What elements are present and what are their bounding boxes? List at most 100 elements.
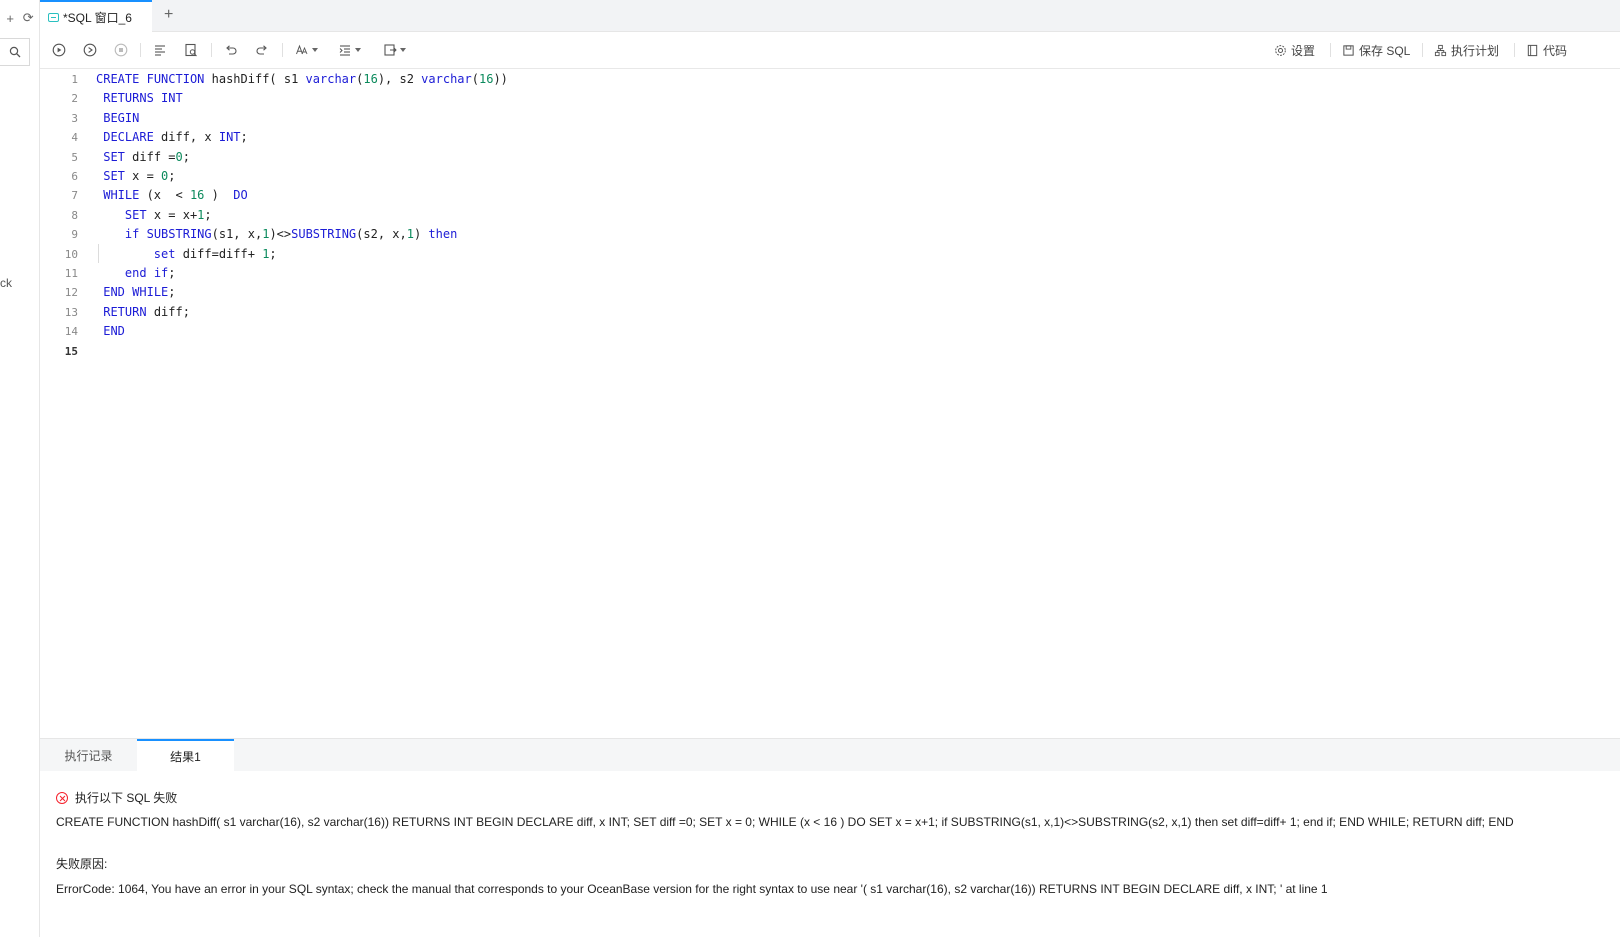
failed-sql-text: CREATE FUNCTION hashDiff( s1 varchar(16)… [56,815,1514,829]
indent-dropdown[interactable] [338,41,361,59]
editor-line[interactable]: 4 DECLARE diff, x INT; [40,128,1620,147]
failure-reason-label: 失败原因: [56,857,108,871]
refresh-icon[interactable]: ⟳ [23,10,34,26]
editor-line[interactable]: 5 SET diff =0; [40,148,1620,167]
line-number: 4 [71,131,78,145]
document-search-icon [185,43,197,57]
editor-line[interactable]: 14 END [40,322,1620,341]
editor-line[interactable]: 10 set diff=diff+ 1; [40,245,1620,264]
text-token: ; [182,149,190,164]
execution-plan-button[interactable]: 执行计划 [1434,41,1499,59]
sql-editor[interactable]: 1 CREATE FUNCTION hashDiff( s1 varchar(16… [40,70,1620,738]
gear-icon [1275,44,1286,56]
line-number: 6 [71,170,78,183]
sidebar-actions: + ⟳ [0,0,40,36]
editor-line[interactable]: 9 if SUBSTRING(s1, x,1)<>SUBSTRING(s2, x… [40,225,1620,244]
keyword-token: SET [103,149,125,164]
editor-line[interactable]: 13 RETURN diff; [40,303,1620,322]
editor-toolbar: 设置 保存 SQL 执行计划 代码 [40,32,1620,69]
add-icon[interactable]: + [6,11,14,26]
export-dropdown[interactable] [383,41,406,59]
text-token: x = [124,169,162,183]
undo-icon [226,45,237,55]
line-number: 10 [64,247,78,261]
error-title: 执行以下 SQL 失败 [75,791,178,805]
keyword-token: FUNCTION [146,72,205,86]
keyword-token: SUBSTRING [146,227,212,242]
run-current-icon [83,43,97,57]
result-tab-bar: 执行记录 结果1 [40,738,1620,772]
redo-button[interactable] [255,41,269,59]
line-number: 11 [64,267,78,280]
line-number: 12 [64,286,78,300]
editor-line[interactable]: 15 [40,342,1620,361]
editor-line[interactable]: 6 SET x = 0; [40,167,1620,186]
line-number: 3 [71,111,78,125]
search-button[interactable] [0,38,30,66]
keyword-token: end [124,266,147,280]
find-button[interactable] [184,41,198,59]
toolbar-divider [1514,43,1515,57]
code-text: SET diff =0; [96,148,190,167]
keyword-token: END [103,324,125,339]
text-token: ; [168,266,176,280]
text-token: diff, x [153,130,219,145]
toolbar-divider [282,43,283,57]
run-selected-button[interactable] [83,41,97,59]
tab-label: *SQL 窗口_6 [63,10,132,25]
code-snippet-button[interactable]: 代码 [1526,41,1567,59]
text-token: ; [269,246,277,261]
code-text: RETURN diff; [96,303,190,322]
code-text: end if; [96,264,176,283]
editor-line[interactable]: 12 END WHILE; [40,283,1620,302]
keyword-token: SET [124,207,147,222]
text-token: ; [168,169,176,183]
text-case-icon [296,44,308,55]
keyword-token: varchar [421,72,472,86]
toolbar-divider [1422,43,1423,57]
new-tab-button[interactable]: + [164,6,173,24]
keyword-token: then [428,227,458,242]
tab-execution-history[interactable]: 执行记录 [40,739,137,772]
save-sql-button[interactable]: 保存 SQL [1342,41,1410,59]
chevron-down-icon [312,48,318,52]
line-number: 14 [64,325,78,339]
editor-line[interactable]: 7 WHILE (x < 16 ) DO [40,186,1620,205]
editor-line[interactable]: 2 RETURNS INT [40,89,1620,108]
keyword-token: SUBSTRING [291,227,357,242]
chevron-down-icon [355,48,361,52]
settings-button[interactable]: 设置 [1274,41,1315,59]
editor-line[interactable]: 1 CREATE FUNCTION hashDiff( s1 varchar(16… [40,70,1620,89]
toolbar-divider [140,43,141,57]
keyword-token: RETURN [103,304,147,319]
case-dropdown[interactable] [295,41,318,59]
format-icon [155,45,165,56]
indent-icon [339,45,350,56]
text-token: )) [493,72,508,86]
editor-line[interactable]: 3 BEGIN [40,109,1620,128]
format-button[interactable] [153,41,167,59]
error-header: 执行以下 SQL 失败 [56,789,177,806]
keyword-token: RETURNS [103,91,154,106]
text-token: ), s2 [377,72,422,86]
stop-icon [114,43,128,57]
line-number: 13 [64,305,78,319]
code-text: SET x = 0; [96,167,176,186]
keyword-token: WHILE [103,188,140,203]
toolbar-divider [211,43,212,57]
code-text: RETURNS INT [96,89,183,108]
text-token: ; [204,207,212,222]
stop-button[interactable] [114,41,128,59]
result-panel: 执行以下 SQL 失败 CREATE FUNCTION hashDiff( s1… [40,771,1620,937]
code-text: CREATE FUNCTION hashDiff( s1 varchar(16)… [96,70,508,89]
editor-line[interactable]: 8 SET x = x+1; [40,206,1620,225]
run-button[interactable] [52,41,66,59]
tab-sql-window[interactable]: *SQL 窗口_6 [40,0,152,32]
editor-line[interactable]: 11 end if; [40,264,1620,283]
text-token: )<> [269,227,292,242]
undo-button[interactable] [224,41,238,59]
tab-result-1[interactable]: 结果1 [137,739,234,772]
text-token: (x < [139,188,190,203]
